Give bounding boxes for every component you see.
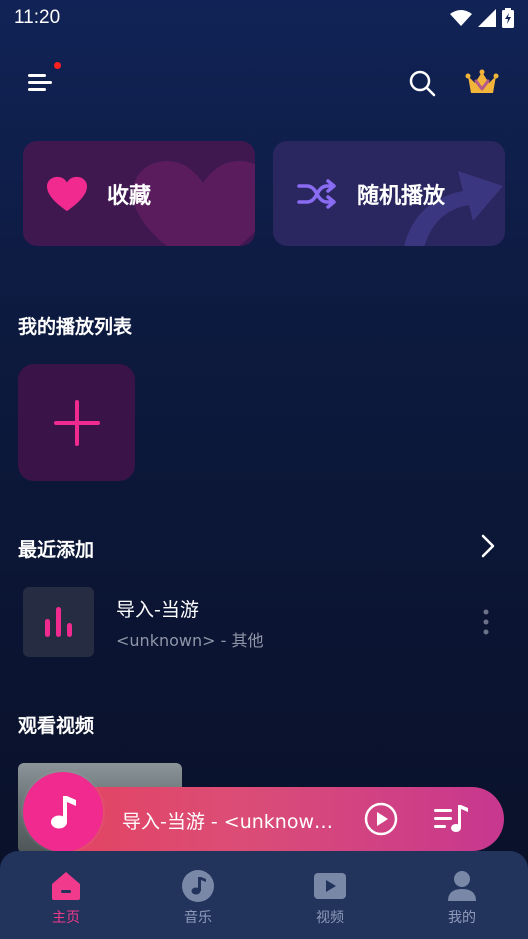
song-list-item[interactable]: 导入-当游 <unknown> - 其他	[0, 583, 528, 663]
playlist-queue-icon[interactable]	[434, 803, 470, 835]
nav-video[interactable]: 视频	[290, 869, 370, 929]
nav-video-label: 视频	[316, 910, 344, 926]
user-icon	[444, 869, 480, 903]
plus-icon	[53, 399, 100, 446]
notification-dot	[54, 62, 61, 69]
status-icons	[450, 8, 514, 28]
shuffle-icon	[297, 174, 337, 214]
heart-watermark-icon	[133, 161, 255, 246]
heart-icon	[47, 174, 87, 214]
search-icon[interactable]	[407, 68, 437, 98]
play-icon[interactable]	[363, 801, 399, 837]
nav-home-label: 主页	[52, 910, 80, 926]
bottom-nav: 主页 音乐 视频 我的	[0, 851, 528, 939]
nav-mine[interactable]: 我的	[422, 869, 502, 929]
watch-video-heading: 观看视频	[18, 715, 95, 737]
menu-icon[interactable]	[26, 66, 58, 98]
recently-added-heading: 最近添加	[18, 539, 95, 561]
music-note-icon	[51, 796, 76, 829]
now-playing-title: 导入-当游 - <unknown>	[122, 811, 337, 833]
equalizer-icon	[44, 607, 72, 637]
vip-crown-icon[interactable]	[464, 66, 500, 98]
status-bar: 11:20	[0, 0, 528, 36]
song-thumbnail	[23, 587, 94, 657]
status-time: 11:20	[14, 7, 61, 28]
video-icon	[312, 869, 348, 903]
battery-icon	[502, 8, 514, 28]
favorites-card[interactable]: 收藏	[23, 141, 255, 246]
nav-music-label: 音乐	[184, 910, 212, 926]
nav-music[interactable]: 音乐	[158, 869, 238, 929]
chevron-right-icon[interactable]	[476, 532, 500, 560]
more-options-icon[interactable]	[476, 607, 496, 637]
add-playlist-button[interactable]	[18, 364, 135, 481]
top-bar	[0, 62, 528, 102]
nav-mine-label: 我的	[448, 910, 476, 926]
nav-home[interactable]: 主页	[26, 869, 106, 929]
signal-icon	[478, 9, 496, 27]
song-title: 导入-当游	[116, 599, 199, 621]
favorites-label: 收藏	[107, 183, 152, 209]
home-icon	[48, 869, 84, 903]
shuffle-label: 随机播放	[357, 183, 446, 209]
shuffle-card[interactable]: 随机播放	[273, 141, 505, 246]
playlists-heading: 我的播放列表	[18, 316, 133, 338]
album-art-disc[interactable]	[23, 772, 103, 852]
wifi-icon	[450, 10, 472, 26]
song-subtitle: <unknown> - 其他	[116, 631, 264, 650]
music-disc-icon	[180, 869, 216, 903]
